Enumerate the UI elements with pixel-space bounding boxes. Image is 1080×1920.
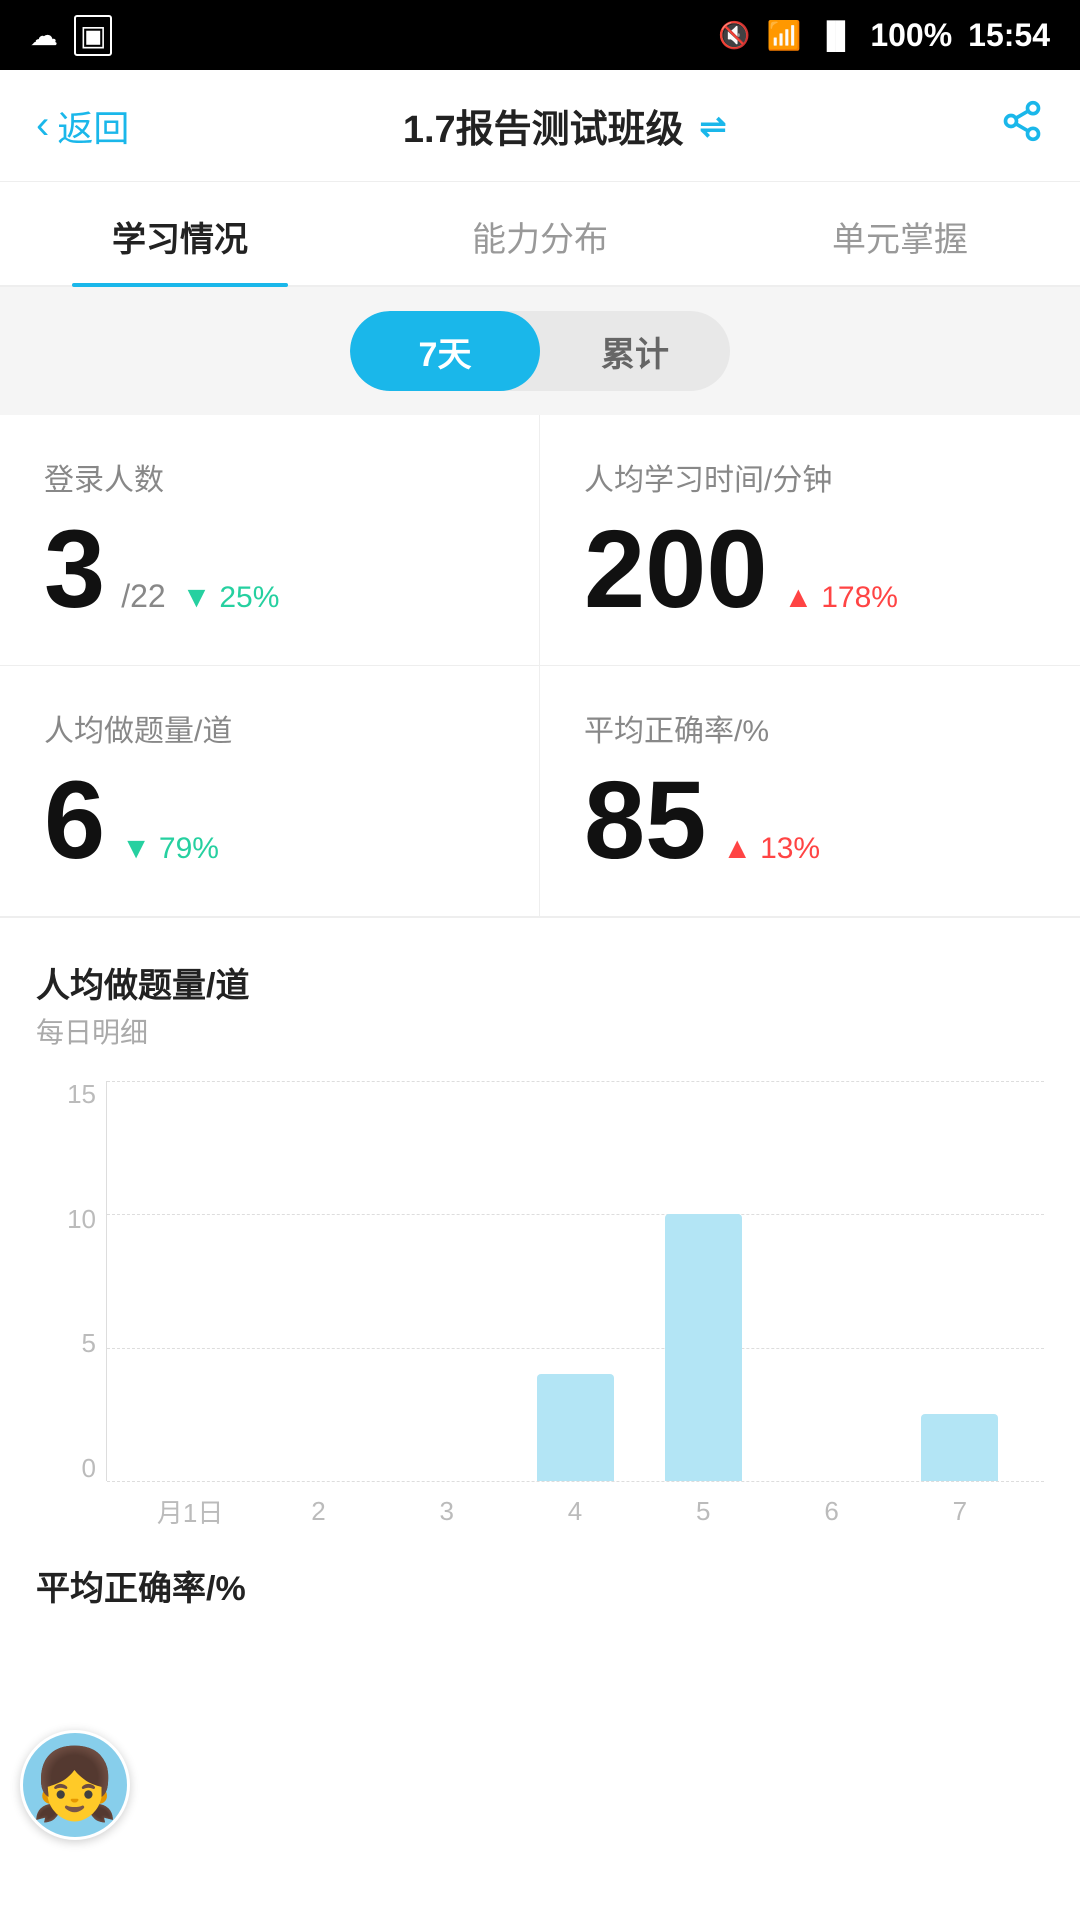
tab-ability[interactable]: 能力分布 bbox=[360, 182, 720, 285]
stat-login-label: 登录人数 bbox=[44, 455, 495, 499]
battery-label: 100% bbox=[870, 17, 952, 54]
chart-title: 人均做题量/道 bbox=[36, 958, 1044, 1007]
image-icon: ▣ bbox=[74, 15, 112, 56]
tab-bar: 学习情况 能力分布 单元掌握 bbox=[0, 182, 1080, 287]
bar-day5-rect bbox=[665, 1214, 742, 1481]
bar-day5 bbox=[640, 1081, 768, 1481]
stat-accuracy-value-row: 85 ▲ 13% bbox=[584, 766, 1036, 876]
bottom-chart-label: 平均正确率/% bbox=[0, 1541, 1080, 1630]
x-label-2: 2 bbox=[254, 1496, 382, 1527]
bar-day7 bbox=[896, 1081, 1024, 1481]
wifi-icon: 📶 bbox=[767, 19, 802, 52]
stat-login-count: 登录人数 3 /22 ▼ 25% bbox=[0, 415, 540, 666]
stat-questions-pct: 79% bbox=[159, 832, 219, 866]
stat-accuracy-number: 85 bbox=[584, 766, 706, 876]
stat-questions-value-row: 6 ▼ 79% bbox=[44, 766, 495, 876]
stat-questions-number: 6 bbox=[44, 766, 105, 876]
y-label-10: 10 bbox=[67, 1206, 96, 1232]
stat-login-pct: 25% bbox=[219, 581, 279, 615]
tab-unit[interactable]: 单元掌握 bbox=[720, 182, 1080, 285]
arrow-down-icon: ▼ bbox=[182, 581, 212, 615]
stat-login-sub: /22 bbox=[121, 578, 165, 615]
chart-area: 15 10 5 0 bbox=[36, 1081, 1044, 1541]
chart-plot bbox=[106, 1081, 1044, 1481]
stat-time-label: 人均学习时间/分钟 bbox=[584, 455, 1036, 499]
stat-login-number: 3 bbox=[44, 515, 105, 625]
header-title: 1.7报告测试班级 ⇌ bbox=[403, 98, 727, 153]
y-label-5: 5 bbox=[82, 1330, 96, 1356]
chart-section: 人均做题量/道 每日明细 15 10 5 0 bbox=[0, 918, 1080, 1541]
arrow-up-icon-2: ▲ bbox=[722, 832, 752, 866]
avatar[interactable]: 👧 bbox=[20, 1730, 130, 1840]
status-right: 🔇 📶 ▐▌ 100% 15:54 bbox=[718, 17, 1050, 54]
title-text: 1.7报告测试班级 bbox=[403, 98, 684, 153]
stat-time-value-row: 200 ▲ 178% bbox=[584, 515, 1036, 625]
stat-accuracy-pct: 13% bbox=[760, 832, 820, 866]
stat-questions-change: ▼ 79% bbox=[121, 832, 219, 866]
stat-questions: 人均做题量/道 6 ▼ 79% bbox=[0, 666, 540, 916]
x-label-6: 6 bbox=[767, 1496, 895, 1527]
chart-y-labels: 15 10 5 0 bbox=[36, 1081, 96, 1481]
toggle-7days[interactable]: 7天 bbox=[350, 311, 540, 391]
back-chevron-icon: ‹ bbox=[36, 103, 49, 148]
chart-x-labels: 月1日 2 3 4 5 6 7 bbox=[106, 1481, 1044, 1541]
shuffle-icon[interactable]: ⇌ bbox=[700, 107, 727, 145]
bars-container bbox=[107, 1081, 1044, 1481]
signal-icon: ▐▌ bbox=[817, 20, 854, 51]
status-bar: ☁ ▣ 🔇 📶 ▐▌ 100% 15:54 bbox=[0, 0, 1080, 70]
y-label-15: 15 bbox=[67, 1081, 96, 1107]
arrow-down-icon-2: ▼ bbox=[121, 832, 151, 866]
x-label-4: 4 bbox=[511, 1496, 639, 1527]
x-label-5: 5 bbox=[639, 1496, 767, 1527]
bar-day2 bbox=[255, 1081, 383, 1481]
bar-day6 bbox=[768, 1081, 896, 1481]
stat-time-pct: 178% bbox=[821, 581, 898, 615]
back-label: 返回 bbox=[57, 100, 129, 152]
cloud-icon: ☁ bbox=[30, 19, 58, 52]
bar-day4 bbox=[511, 1081, 639, 1481]
x-label-7: 7 bbox=[896, 1496, 1024, 1527]
stat-accuracy: 平均正确率/% 85 ▲ 13% bbox=[540, 666, 1080, 916]
stat-time-number: 200 bbox=[584, 515, 768, 625]
stat-accuracy-label: 平均正确率/% bbox=[584, 706, 1036, 750]
tab-study[interactable]: 学习情况 bbox=[0, 182, 360, 285]
time-label: 15:54 bbox=[968, 17, 1050, 54]
bar-day7-rect bbox=[921, 1414, 998, 1481]
stat-accuracy-change: ▲ 13% bbox=[722, 832, 820, 866]
stat-study-time: 人均学习时间/分钟 200 ▲ 178% bbox=[540, 415, 1080, 666]
bar-day1 bbox=[127, 1081, 255, 1481]
stat-time-change: ▲ 178% bbox=[784, 581, 898, 615]
stat-login-change: ▼ 25% bbox=[182, 581, 280, 615]
chart-subtitle: 每日明细 bbox=[36, 1011, 1044, 1051]
period-toggle-section: 7天 累计 bbox=[0, 287, 1080, 415]
bar-day3 bbox=[383, 1081, 511, 1481]
bar-day4-rect bbox=[537, 1374, 614, 1481]
avatar-emoji: 👧 bbox=[31, 1744, 118, 1826]
back-button[interactable]: ‹ 返回 bbox=[36, 100, 129, 152]
stats-grid: 登录人数 3 /22 ▼ 25% 人均学习时间/分钟 200 ▲ 178% 人均… bbox=[0, 415, 1080, 918]
arrow-up-icon: ▲ bbox=[784, 581, 814, 615]
status-left: ☁ ▣ bbox=[30, 15, 112, 56]
mute-icon: 🔇 bbox=[718, 20, 750, 51]
stat-login-value-row: 3 /22 ▼ 25% bbox=[44, 515, 495, 625]
share-icon[interactable] bbox=[1000, 99, 1044, 153]
stat-questions-label: 人均做题量/道 bbox=[44, 706, 495, 750]
toggle-cumulative[interactable]: 累计 bbox=[540, 311, 730, 391]
y-label-0: 0 bbox=[82, 1455, 96, 1481]
period-toggle: 7天 累计 bbox=[350, 311, 730, 391]
header: ‹ 返回 1.7报告测试班级 ⇌ bbox=[0, 70, 1080, 182]
x-label-3: 3 bbox=[383, 1496, 511, 1527]
x-label-1: 月1日 bbox=[126, 1493, 254, 1530]
